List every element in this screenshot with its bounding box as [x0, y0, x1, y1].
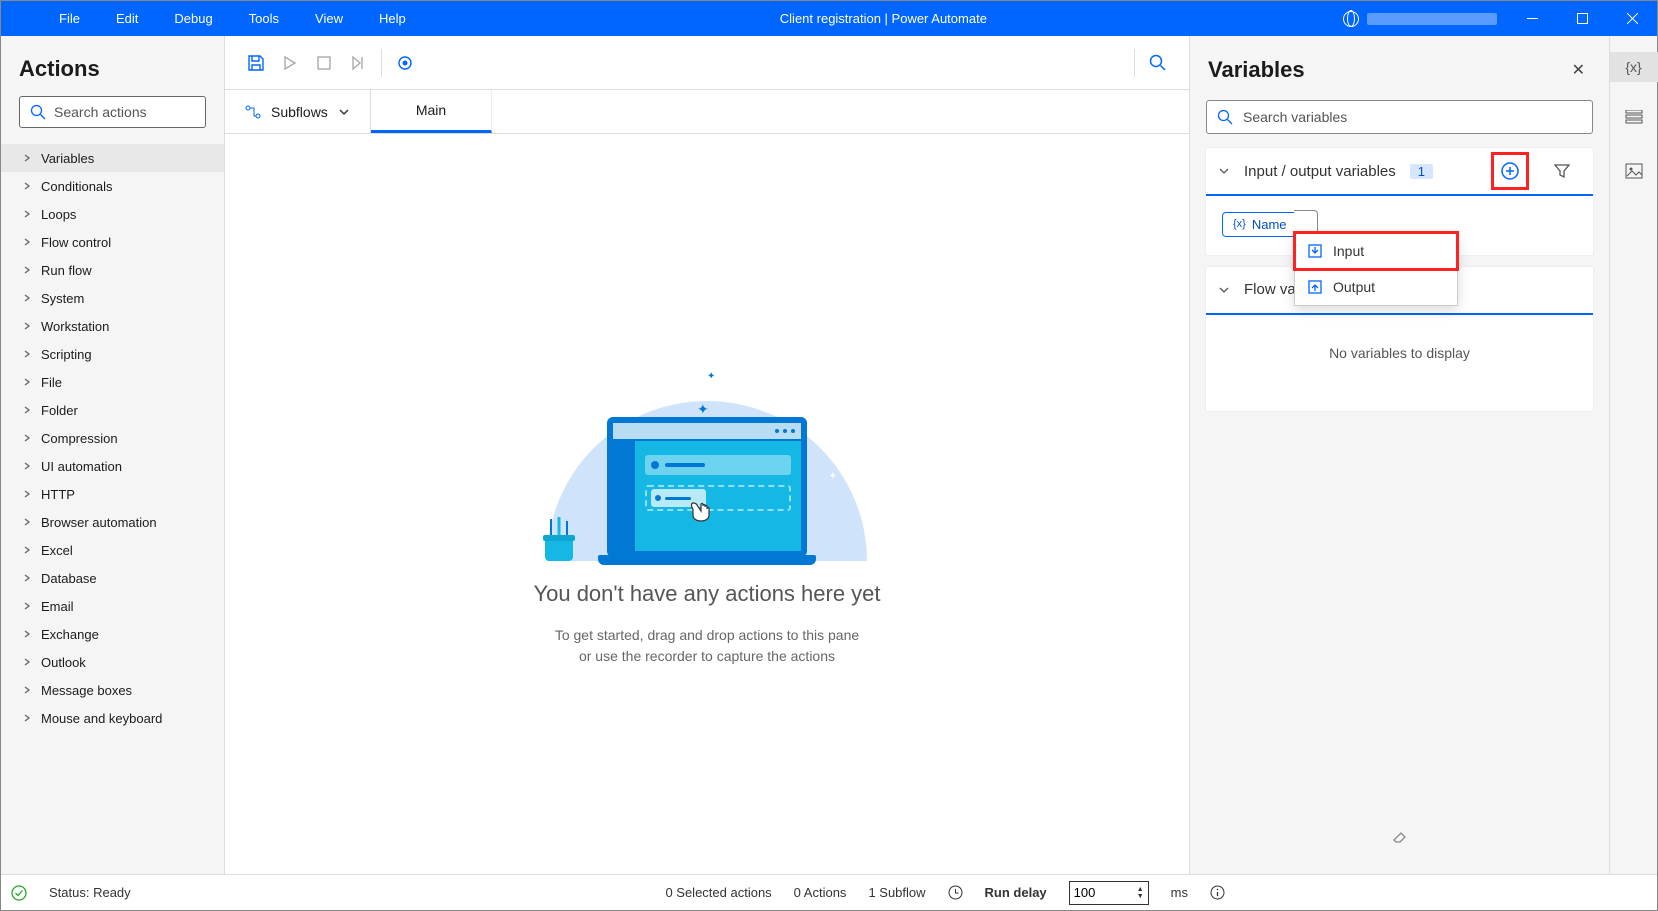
- tab-main[interactable]: Main: [371, 90, 492, 133]
- action-group-compression[interactable]: Compression: [1, 424, 224, 452]
- search-button[interactable]: [1141, 46, 1175, 80]
- menu-file[interactable]: File: [41, 11, 98, 26]
- save-button[interactable]: [239, 46, 273, 80]
- menu-bar: File Edit Debug Tools View Help: [1, 11, 424, 26]
- ms-label: ms: [1171, 885, 1188, 900]
- separator: [381, 49, 382, 77]
- maximize-button[interactable]: [1557, 1, 1607, 36]
- status-selected: 0 Selected actions: [665, 885, 771, 900]
- record-button[interactable]: [388, 46, 422, 80]
- action-group-file[interactable]: File: [1, 368, 224, 396]
- right-rail: {x}: [1609, 36, 1657, 874]
- action-group-conditionals[interactable]: Conditionals: [1, 172, 224, 200]
- add-input-variable[interactable]: Input: [1295, 233, 1457, 269]
- subflows-dropdown[interactable]: Subflows: [225, 90, 371, 133]
- action-group-scripting[interactable]: Scripting: [1, 340, 224, 368]
- titlebar: File Edit Debug Tools View Help Client r…: [1, 1, 1657, 36]
- stop-button[interactable]: [307, 46, 341, 80]
- action-group-email[interactable]: Email: [1, 592, 224, 620]
- search-actions-input[interactable]: Search actions: [19, 96, 206, 128]
- minimize-button[interactable]: [1507, 1, 1557, 36]
- search-placeholder: Search variables: [1243, 109, 1347, 125]
- empty-subtitle: To get started, drag and drop actions to…: [555, 625, 859, 667]
- variable-chip[interactable]: {x} Name: [1222, 212, 1298, 237]
- chevron-down-icon: [338, 106, 350, 118]
- action-group-variables[interactable]: Variables: [1, 144, 224, 172]
- info-icon[interactable]: [1210, 885, 1225, 900]
- io-variables-label: Input / output variables: [1244, 163, 1396, 180]
- clock-icon: [948, 885, 963, 900]
- status-ok-icon: [11, 885, 27, 901]
- actions-title: Actions: [1, 36, 224, 96]
- menu-debug[interactable]: Debug: [156, 11, 230, 26]
- status-subflows: 1 Subflow: [868, 885, 925, 900]
- status-text: Status: Ready: [49, 885, 131, 900]
- run-delay-input[interactable]: ▲▼: [1069, 881, 1149, 905]
- account-area[interactable]: [1343, 11, 1507, 27]
- action-group-workstation[interactable]: Workstation: [1, 312, 224, 340]
- actions-pane: Actions Search actions Variables Conditi…: [1, 36, 225, 874]
- globe-icon: [1343, 11, 1359, 27]
- status-actions: 0 Actions: [794, 885, 847, 900]
- clear-button[interactable]: [1377, 813, 1423, 864]
- close-button[interactable]: [1607, 1, 1657, 36]
- canvas[interactable]: ✦ ✦ ✦ ✦ ✦: [225, 134, 1189, 874]
- subflows-icon: [245, 104, 261, 120]
- account-name: [1367, 13, 1497, 25]
- variables-title: Variables: [1208, 57, 1566, 83]
- action-group-outlook[interactable]: Outlook: [1, 648, 224, 676]
- run-delay-label: Run delay: [985, 885, 1047, 900]
- action-group-flow-control[interactable]: Flow control: [1, 228, 224, 256]
- search-icon: [1217, 109, 1233, 125]
- subflows-label: Subflows: [271, 104, 328, 120]
- search-placeholder: Search actions: [54, 104, 147, 120]
- separator: [1134, 49, 1135, 77]
- search-icon: [30, 104, 46, 120]
- menu-edit[interactable]: Edit: [98, 11, 156, 26]
- status-bar: Status: Ready 0 Selected actions 0 Actio…: [1, 874, 1657, 910]
- io-variables-count: 1: [1410, 164, 1433, 179]
- tabs-row: Subflows Main: [225, 90, 1189, 134]
- delay-spinner[interactable]: ▲▼: [1137, 886, 1144, 900]
- run-button[interactable]: [273, 46, 307, 80]
- action-group-run-flow[interactable]: Run flow: [1, 256, 224, 284]
- menu-help[interactable]: Help: [361, 11, 424, 26]
- action-group-http[interactable]: HTTP: [1, 480, 224, 508]
- action-group-folder[interactable]: Folder: [1, 396, 224, 424]
- action-group-mouse-keyboard[interactable]: Mouse and keyboard: [1, 704, 224, 732]
- window-title: Client registration | Power Automate: [424, 11, 1343, 26]
- chevron-down-icon[interactable]: [1218, 165, 1230, 177]
- action-group-exchange[interactable]: Exchange: [1, 620, 224, 648]
- rail-images-icon[interactable]: [1610, 156, 1658, 186]
- action-group-loops[interactable]: Loops: [1, 200, 224, 228]
- menu-tools[interactable]: Tools: [231, 11, 297, 26]
- flow-variables-empty: No variables to display: [1206, 315, 1593, 411]
- action-group-message-boxes[interactable]: Message boxes: [1, 676, 224, 704]
- action-group-browser-automation[interactable]: Browser automation: [1, 508, 224, 536]
- action-group-excel[interactable]: Excel: [1, 536, 224, 564]
- variables-pane: Variables ✕ Search variables Input / out…: [1189, 36, 1609, 874]
- step-button[interactable]: [341, 46, 375, 80]
- rail-ui-elements-icon[interactable]: [1610, 104, 1658, 134]
- toolbar: [225, 36, 1189, 90]
- empty-state-illustration: ✦ ✦ ✦ ✦ ✦: [537, 341, 877, 561]
- action-group-database[interactable]: Database: [1, 564, 224, 592]
- window-controls: [1507, 1, 1657, 36]
- search-variables-input[interactable]: Search variables: [1206, 100, 1593, 134]
- add-variable-button[interactable]: [1491, 152, 1529, 190]
- menu-view[interactable]: View: [297, 11, 361, 26]
- action-group-system[interactable]: System: [1, 284, 224, 312]
- close-variables-button[interactable]: ✕: [1566, 54, 1591, 86]
- empty-title: You don't have any actions here yet: [533, 581, 880, 607]
- add-variable-menu: Input Output: [1294, 232, 1458, 306]
- action-list[interactable]: Variables Conditionals Loops Flow contro…: [1, 144, 224, 874]
- filter-button[interactable]: [1543, 152, 1581, 190]
- rail-variables-icon[interactable]: {x}: [1610, 52, 1658, 82]
- main-area: Subflows Main ✦ ✦ ✦ ✦ ✦: [225, 36, 1189, 874]
- action-group-ui-automation[interactable]: UI automation: [1, 452, 224, 480]
- delay-value[interactable]: [1074, 885, 1124, 900]
- chevron-down-icon[interactable]: [1218, 284, 1230, 296]
- add-output-variable[interactable]: Output: [1295, 269, 1457, 305]
